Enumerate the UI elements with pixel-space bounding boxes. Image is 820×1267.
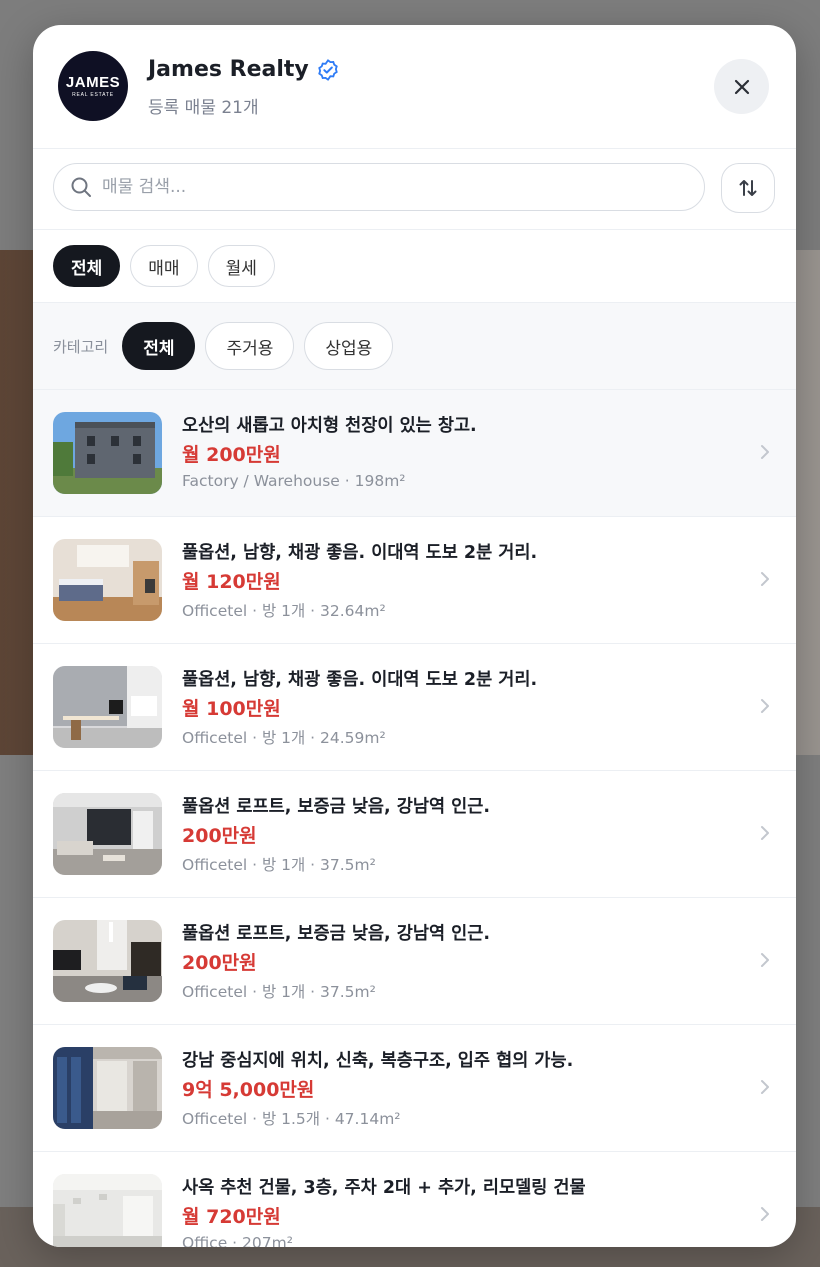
logo-text: JAMES — [65, 73, 121, 91]
search-input[interactable] — [100, 176, 664, 198]
listing-meta: Officetel · 방 1개 · 37.5m² — [182, 983, 376, 1001]
agency-listings-modal: JAMES REAL ESTATE James Realty 등록 매물 21개 — [33, 25, 796, 1247]
listing-title: 풀옵션, 남향, 채광 좋음. 이대역 도보 2분 거리. — [182, 670, 538, 690]
search-bar — [33, 149, 796, 230]
listing-thumbnail — [53, 1174, 162, 1247]
filter-category-all[interactable]: 전체 — [122, 322, 196, 370]
sort-button[interactable] — [721, 163, 775, 213]
listing-title: 오산의 새롭고 아치형 천장이 있는 창고. — [182, 416, 477, 436]
chevron-right-icon — [761, 572, 769, 586]
listing-price: 월 100만원 — [182, 698, 281, 720]
deal-type-filters: 전체 매매 월세 — [33, 230, 796, 303]
listing-item[interactable]: 풀옵션, 남향, 채광 좋음. 이대역 도보 2분 거리. 월 120만원 Of… — [33, 517, 796, 644]
chevron-right-icon — [761, 699, 769, 713]
agency-name-text: James Realty — [148, 57, 309, 82]
search-box — [53, 163, 705, 211]
modal-header: JAMES REAL ESTATE James Realty 등록 매물 21개 — [33, 25, 796, 149]
filter-category-residential[interactable]: 주거용 — [205, 322, 295, 370]
listing-item[interactable]: 오산의 새롭고 아치형 천장이 있는 창고. 월 200만원 Factory /… — [33, 390, 796, 517]
listing-meta: Officetel · 방 1개 · 32.64m² — [182, 602, 386, 620]
chevron-right-icon — [761, 953, 769, 967]
listing-count: 등록 매물 21개 — [148, 98, 259, 118]
listing-thumbnail — [53, 920, 162, 1002]
listing-thumbnail — [53, 412, 162, 494]
category-filters: 카테고리 전체 주거용 상업용 — [33, 303, 796, 390]
listing-price: 월 200만원 — [182, 444, 281, 466]
listing-item[interactable]: 풀옵션 로프트, 보증금 낮음, 강남역 인근. 200만원 Officetel… — [33, 898, 796, 1025]
listing-title: 풀옵션 로프트, 보증금 낮음, 강남역 인근. — [182, 797, 491, 817]
listing-item[interactable]: 풀옵션 로프트, 보증금 낮음, 강남역 인근. 200만원 Officetel… — [33, 771, 796, 898]
listing-thumbnail — [53, 793, 162, 875]
listing-title: 풀옵션 로프트, 보증금 낮음, 강남역 인근. — [182, 924, 491, 944]
sort-arrows-icon — [739, 180, 757, 196]
listing-price: 월 720만원 — [182, 1206, 281, 1228]
listing-meta: Officetel · 방 1개 · 24.59m² — [182, 729, 386, 747]
filter-deal-sale[interactable]: 매매 — [130, 245, 198, 287]
search-icon — [71, 177, 91, 197]
listing-title: 강남 중심지에 위치, 신축, 복층구조, 입주 협의 가능. — [182, 1051, 574, 1071]
chevron-right-icon — [761, 445, 769, 459]
listing-price: 월 120만원 — [182, 571, 281, 593]
agency-name: James Realty — [148, 57, 339, 82]
listing-list: 오산의 새롭고 아치형 천장이 있는 창고. 월 200만원 Factory /… — [33, 390, 796, 1247]
listing-thumbnail — [53, 539, 162, 621]
agency-logo: JAMES REAL ESTATE — [58, 51, 128, 121]
listing-item[interactable]: 풀옵션, 남향, 채광 좋음. 이대역 도보 2분 거리. 월 100만원 Of… — [33, 644, 796, 771]
listing-title: 풀옵션, 남향, 채광 좋음. 이대역 도보 2분 거리. — [182, 543, 538, 563]
filter-category-commercial[interactable]: 상업용 — [304, 322, 394, 370]
listing-thumbnail — [53, 1047, 162, 1129]
listing-price: 200만원 — [182, 952, 257, 974]
close-button[interactable] — [714, 59, 769, 114]
verified-badge-icon — [317, 58, 338, 81]
listing-title: 사옥 추천 건물, 3층, 주차 2대 + 추가, 리모델링 건물 — [182, 1178, 586, 1198]
listing-meta: Office · 207m² — [182, 1234, 293, 1247]
chevron-right-icon — [761, 826, 769, 840]
listing-meta: Officetel · 방 1.5개 · 47.14m² — [182, 1110, 401, 1128]
listing-meta: Officetel · 방 1개 · 37.5m² — [182, 856, 376, 874]
listing-thumbnail — [53, 666, 162, 748]
listing-item[interactable]: 강남 중심지에 위치, 신축, 복층구조, 입주 협의 가능. 9억 5,000… — [33, 1025, 796, 1152]
logo-subtext: REAL ESTATE — [72, 91, 114, 98]
listing-meta: Factory / Warehouse · 198m² — [182, 472, 406, 490]
filter-deal-monthly[interactable]: 월세 — [207, 245, 275, 287]
close-icon — [734, 79, 749, 94]
chevron-right-icon — [761, 1080, 769, 1094]
listing-price: 9억 5,000만원 — [182, 1079, 315, 1101]
filter-deal-all[interactable]: 전체 — [53, 245, 121, 287]
chevron-right-icon — [761, 1207, 769, 1221]
listing-price: 200만원 — [182, 825, 257, 847]
listing-item[interactable]: 사옥 추천 건물, 3층, 주차 2대 + 추가, 리모델링 건물 월 720만… — [33, 1152, 796, 1247]
category-label: 카테고리 — [53, 337, 109, 356]
